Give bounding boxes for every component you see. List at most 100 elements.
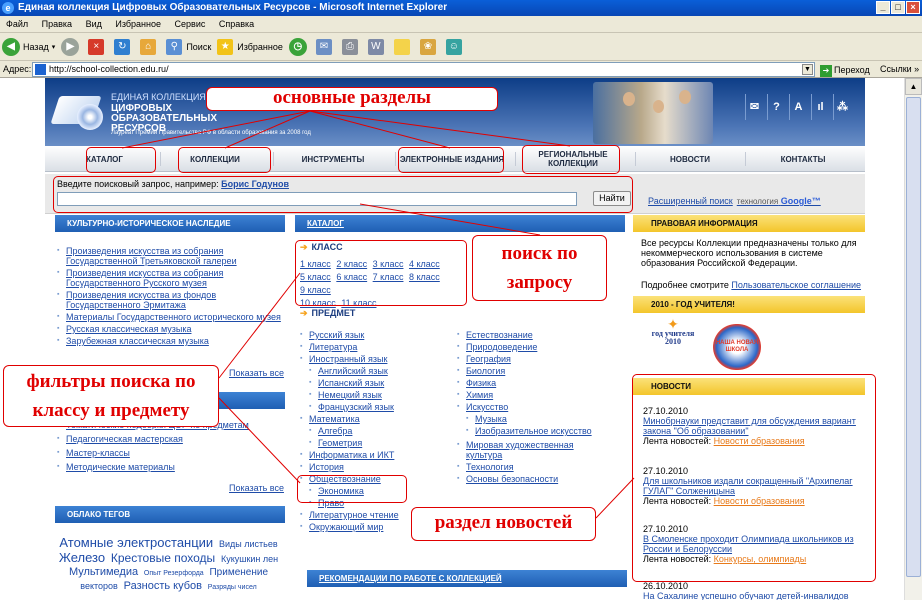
mail-icon: ✉ (315, 38, 332, 55)
header-photo (593, 82, 713, 144)
subject-sublink[interactable]: Французский язык (300, 402, 460, 412)
subject-link[interactable]: Литература (300, 342, 460, 352)
subject-sublink[interactable]: Музыка (457, 414, 627, 424)
subject-link[interactable]: История (300, 462, 460, 472)
notes-button[interactable] (393, 38, 414, 55)
nav-news[interactable]: НОВОСТИ (645, 146, 735, 172)
minimize-button[interactable]: _ (876, 1, 890, 14)
recommend-link[interactable]: РЕКОМЕНДАЦИИ ПО РАБОТЕ С КОЛЛЕКЦИЕЙ (307, 570, 627, 587)
subject-sublink[interactable]: Испанский язык (300, 378, 460, 388)
font-size-icon[interactable]: A (789, 94, 807, 120)
search-button[interactable]: ⚲ Поиск (166, 38, 211, 55)
print-button[interactable]: ⎙ (341, 38, 362, 55)
heritage-item[interactable]: Материалы Государственного исторического… (57, 312, 287, 322)
subject-link[interactable]: Мировая художественная культура (457, 440, 597, 460)
refresh-button[interactable]: ↻ (114, 38, 134, 55)
news-link[interactable]: На Сахалине успешно обучают детей-инвали… (643, 591, 863, 600)
show-all-link[interactable]: Показать все (229, 368, 284, 378)
method-item[interactable]: Педагогическая мастерская (57, 434, 287, 444)
scroll-up-icon[interactable]: ▲ (905, 78, 922, 95)
favorites-button[interactable]: ★ Избранное (217, 38, 283, 55)
tag[interactable]: Разность кубов (124, 580, 202, 592)
history-button[interactable]: ◷ (288, 37, 310, 56)
menu-edit[interactable]: Правка (42, 19, 72, 29)
tag[interactable]: Применение (209, 567, 268, 578)
home-button[interactable]: ⌂ (140, 38, 160, 55)
address-url: http://school-collection.edu.ru/ (49, 64, 169, 74)
messenger-button[interactable]: ☺ (445, 38, 466, 55)
subject-link[interactable]: Искусство (457, 402, 627, 412)
subject-sublink[interactable]: Алгебра (300, 426, 460, 436)
heritage-item[interactable]: Произведения искусства из собрания Госуд… (57, 268, 287, 288)
mail-icon[interactable]: ✉ (745, 94, 763, 120)
subject-link[interactable]: География (457, 354, 627, 364)
new-school-logo[interactable]: НАША НОВАЯ ШКОЛА (713, 324, 761, 370)
subject-link[interactable]: Химия (457, 390, 627, 400)
tag[interactable]: Железо (59, 550, 105, 565)
help-icon[interactable]: ? (767, 94, 785, 120)
tag[interactable]: Виды листьев (219, 539, 278, 549)
highlight-e-publications (398, 147, 504, 173)
site-logo[interactable] (50, 90, 105, 130)
back-button[interactable]: ◀ Назад ▾ (2, 37, 55, 56)
method-item[interactable]: Методические материалы (57, 462, 287, 472)
stats-icon[interactable]: ıl (811, 94, 829, 120)
catalog-title[interactable]: КАТАЛОГ (295, 215, 625, 232)
links-button[interactable]: Ссылки » (880, 61, 919, 78)
vertical-scrollbar[interactable]: ▲ (904, 78, 922, 600)
subject-link[interactable]: Физика (457, 378, 627, 388)
subject-sublink[interactable]: Немецкий язык (300, 390, 460, 400)
menu-file[interactable]: Файл (6, 19, 28, 29)
edit-button[interactable]: W (367, 38, 388, 55)
edit-icon: W (367, 38, 384, 55)
show-all-link-2[interactable]: Показать все (229, 483, 284, 493)
subject-link[interactable]: Естествознание (457, 330, 627, 340)
scroll-thumb[interactable] (906, 97, 921, 577)
subject-sublink[interactable]: Геометрия (300, 438, 460, 448)
sitemap-icon[interactable]: ⁂ (833, 94, 851, 120)
subject-link[interactable]: Математика (300, 414, 460, 424)
tag[interactable]: векторов (80, 581, 118, 591)
tag[interactable]: Атомные электростанции (59, 535, 213, 550)
tag-cloud: Атомные электростанции Виды листьев Желе… (55, 536, 285, 594)
forward-button[interactable]: ▶ (61, 37, 82, 56)
subject-link[interactable]: Иностранный язык (300, 354, 460, 364)
address-input[interactable]: http://school-collection.edu.ru/ ▼ (32, 62, 815, 77)
mail-button[interactable]: ✉ (315, 38, 336, 55)
menu-favorites[interactable]: Избранное (115, 19, 161, 29)
subject-sublink[interactable]: Английский язык (300, 366, 460, 376)
stop-icon: × (88, 38, 105, 55)
menu-help[interactable]: Справка (219, 19, 254, 29)
close-button[interactable]: × (906, 1, 920, 14)
heritage-item[interactable]: Русская классическая музыка (57, 324, 287, 334)
tag[interactable]: Опыт Резерфорда (144, 570, 204, 577)
stop-button[interactable]: × (88, 38, 108, 55)
nav-tools[interactable]: ИНСТРУМЕНТЫ (277, 146, 389, 172)
user-agreement-link[interactable]: Пользовательское соглашение (731, 280, 861, 290)
subject-link[interactable]: Основы безопасности (457, 474, 627, 484)
method-item[interactable]: Мастер-классы (57, 448, 287, 458)
tag[interactable]: Разряды чисел (208, 584, 257, 591)
highlight-search (53, 176, 633, 213)
subject-link[interactable]: Природоведение (457, 342, 627, 352)
research-button[interactable]: ❀ (419, 38, 440, 55)
heritage-item[interactable]: Произведения искусства из фондов Государ… (57, 290, 287, 310)
subject-link[interactable]: Русский язык (300, 330, 460, 340)
menu-tools[interactable]: Сервис (175, 19, 206, 29)
subject-link[interactable]: Технология (457, 462, 627, 472)
nav-contacts[interactable]: КОНТАКТЫ (755, 146, 851, 172)
advanced-search-link[interactable]: Расширенный поиск технология Google™ (648, 196, 821, 206)
subject-link[interactable]: Информатика и ИКТ (300, 450, 460, 460)
menu-view[interactable]: Вид (86, 19, 102, 29)
tag[interactable]: Кукушкин лен (221, 554, 278, 564)
tag[interactable]: Крестовые походы (111, 551, 215, 565)
heritage-item[interactable]: Зарубежная классическая музыка (57, 336, 287, 346)
maximize-button[interactable]: □ (891, 1, 905, 14)
year-of-teacher-logo[interactable]: ✦ год учителя 2010 (649, 319, 697, 370)
subject-link[interactable]: Биология (457, 366, 627, 376)
go-button[interactable]: ➔ Переход (820, 62, 870, 79)
heritage-item[interactable]: Произведения искусства из собрания Госуд… (57, 246, 287, 266)
tag[interactable]: Мультимедиа (69, 566, 138, 578)
address-dropdown-icon[interactable]: ▼ (802, 64, 813, 75)
subject-sublink[interactable]: Изобразительное искусство (457, 426, 627, 436)
